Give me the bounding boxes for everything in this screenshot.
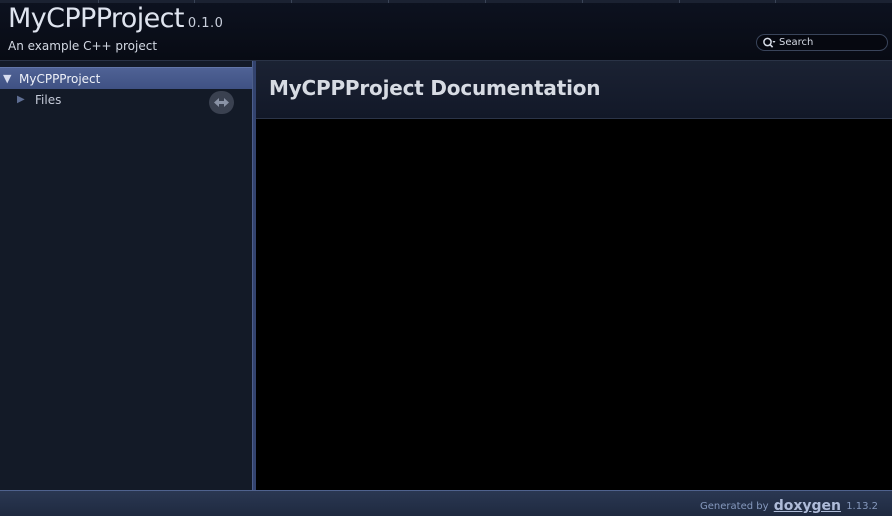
footer-credit: Generated by doxygen 1.13.2 — [700, 498, 878, 514]
footer-version: 1.13.2 — [846, 501, 878, 512]
project-number: 0.1.0 — [187, 16, 224, 31]
search-icon[interactable] — [762, 36, 776, 50]
footer-bar: Generated by doxygen 1.13.2 — [0, 490, 892, 516]
project-brief: An example C++ project — [8, 39, 158, 53]
sync-arrows-icon[interactable] — [209, 91, 234, 114]
search-box[interactable] — [756, 34, 888, 51]
caret-down-icon[interactable]: ▼ — [3, 68, 11, 90]
doxygen-link[interactable]: doxygen — [774, 498, 841, 514]
project-title: MyCPPProject 0.1.0 — [8, 3, 223, 34]
doc-content: MyCPPProject Documentation — [256, 61, 892, 490]
page-title: MyCPPProject Documentation — [269, 76, 601, 100]
project-name: MyCPPProject — [8, 3, 184, 34]
search-input[interactable] — [779, 35, 884, 50]
footer-prefix: Generated by — [700, 501, 769, 512]
page-header: MyCPPProject Documentation — [256, 61, 892, 119]
caret-right-icon[interactable]: ▶ — [17, 89, 25, 111]
nav-item-label[interactable]: MyCPPProject — [19, 68, 100, 90]
nav-item-mycppproject[interactable]: ▼ MyCPPProject — [0, 67, 252, 89]
sidebar-nav-tree: ▼ MyCPPProject ▶ Files — [0, 61, 252, 490]
nav-item-label[interactable]: Files — [35, 89, 61, 111]
top-header: MyCPPProject 0.1.0 An example C++ project — [0, 0, 892, 61]
